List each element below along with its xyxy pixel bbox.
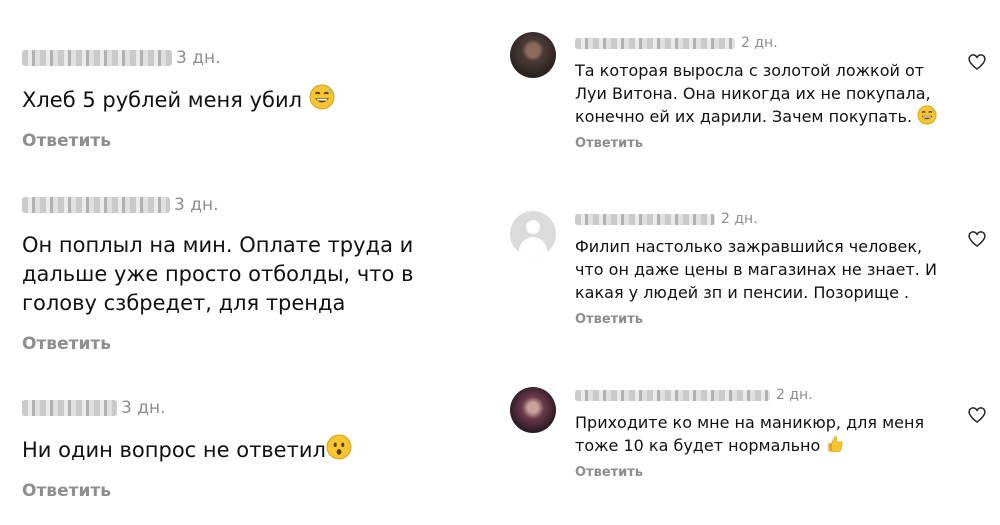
- comment-text: Филип настолько зажравшийся человек, что…: [575, 237, 937, 302]
- comment-meta: 3 дн.: [22, 46, 482, 70]
- username-redacted[interactable]: [22, 50, 172, 66]
- comment-meta: 2 дн.: [575, 385, 955, 405]
- comment-meta: 2 дн.: [575, 209, 955, 229]
- reply-button[interactable]: Ответить: [575, 465, 955, 480]
- username-redacted[interactable]: [575, 389, 770, 401]
- reply-button[interactable]: Ответить: [22, 334, 482, 354]
- username-redacted[interactable]: [22, 197, 170, 213]
- comment-time: 2 дн.: [741, 35, 778, 51]
- comment-time: 3 дн.: [176, 48, 221, 68]
- username-redacted[interactable]: [22, 400, 117, 416]
- comment-meta: 2 дн.: [575, 33, 955, 53]
- avatar[interactable]: [510, 32, 556, 78]
- comment-time: 3 дн.: [174, 195, 219, 215]
- username-redacted[interactable]: [575, 213, 715, 225]
- comment-item: 3 дн. Ни один вопрос не ответил Ответить: [22, 396, 482, 501]
- avatar-body-shape: [519, 237, 547, 257]
- comment-time: 3 дн.: [121, 398, 166, 418]
- comment-text: Ни один вопрос не ответил: [22, 434, 482, 465]
- comments-column-right: 2 дн. Та которая выросла с золотой ложко…: [495, 0, 1000, 525]
- comment-item: 3 дн. Он поплыл на мин. Оплате труда и д…: [22, 193, 482, 354]
- grinning-sweat-emoji: [309, 84, 335, 110]
- reply-button[interactable]: Ответить: [22, 481, 482, 501]
- astonished-face-emoji: [326, 434, 352, 460]
- avatar[interactable]: [510, 387, 556, 433]
- comment-text: Хлеб 5 рублей меня убил: [22, 84, 482, 115]
- heart-outline-icon[interactable]: [967, 229, 987, 249]
- grinning-sweat-emoji: [917, 105, 937, 125]
- comment-item: 2 дн. Приходите ко мне на маникюр, для м…: [575, 385, 955, 480]
- comment-item: 3 дн. Хлеб 5 рублей меня убил Ответить: [22, 46, 482, 151]
- reply-button[interactable]: Ответить: [575, 312, 955, 327]
- comments-column-left: 3 дн. Хлеб 5 рублей меня убил Ответить 3…: [0, 0, 495, 525]
- comment-text: Та которая выросла с золотой ложкой от Л…: [575, 59, 955, 128]
- comment-meta: 3 дн.: [22, 396, 482, 420]
- avatar-head-shape: [526, 220, 540, 234]
- comment-time: 2 дн.: [776, 387, 813, 403]
- username-redacted[interactable]: [575, 37, 735, 49]
- thumbs-up-emoji: [825, 434, 845, 454]
- reply-button[interactable]: Ответить: [22, 131, 482, 151]
- comment-text: Он поплыл на мин. Оплате труда и дальше …: [22, 233, 414, 315]
- comment-text-content: Приходите ко мне на маникюр, для меня то…: [575, 413, 925, 455]
- comment-meta: 3 дн.: [22, 193, 482, 217]
- default-avatar[interactable]: [510, 211, 556, 257]
- heart-outline-icon[interactable]: [967, 405, 987, 425]
- comment-text-content: Та которая выросла с золотой ложкой от Л…: [575, 61, 931, 126]
- heart-outline-icon[interactable]: [967, 52, 987, 72]
- reply-button[interactable]: Ответить: [575, 136, 955, 151]
- comment-time: 2 дн.: [721, 211, 758, 227]
- comment-item: 2 дн. Филип настолько зажравшийся челове…: [575, 209, 955, 327]
- comment-text: Приходите ко мне на маникюр, для меня то…: [575, 411, 955, 457]
- comment-item: 2 дн. Та которая выросла с золотой ложко…: [575, 33, 955, 151]
- comment-text-content: Ни один вопрос не ответил: [22, 438, 326, 462]
- comment-text-content: Хлеб 5 рублей меня убил: [22, 88, 303, 112]
